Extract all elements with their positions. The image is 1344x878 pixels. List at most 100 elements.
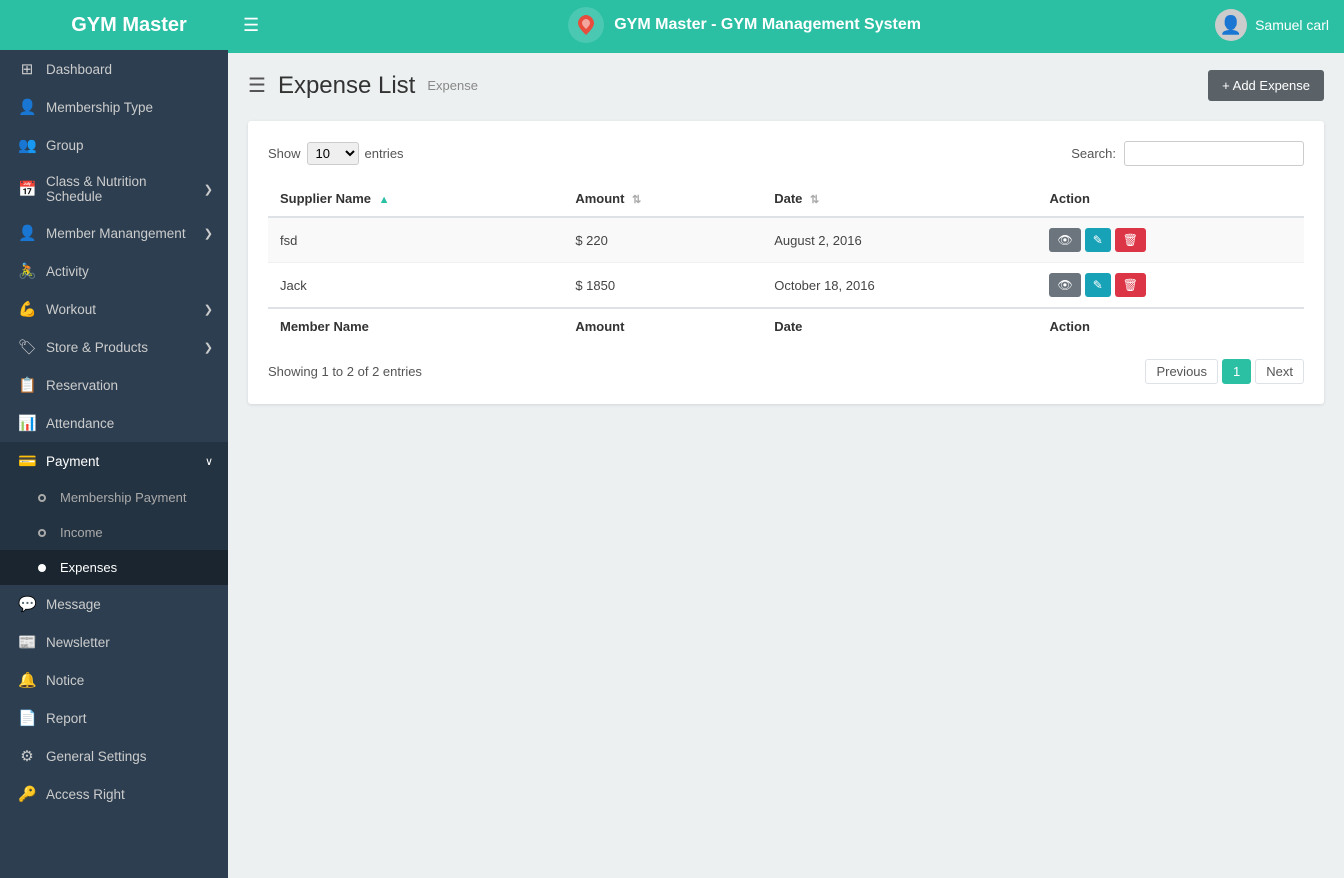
sidebar-item-message[interactable]: 💬 Message — [0, 585, 228, 623]
group-icon: 👥 — [18, 136, 36, 154]
table-footer: Showing 1 to 2 of 2 entries Previous 1 N… — [268, 359, 1304, 384]
sidebar: ⊞ Dashboard 👤 Membership Type 👥 Group 📅 … — [0, 50, 228, 878]
sidebar-label-membership-payment: Membership Payment — [60, 490, 213, 505]
sidebar-item-report[interactable]: 📄 Report — [0, 699, 228, 737]
search-input[interactable] — [1124, 141, 1304, 166]
payment-submenu: Membership Payment Income Expenses — [0, 480, 228, 585]
supplier-sort-icon: ▲ — [379, 194, 390, 206]
page-title: Expense List — [278, 72, 415, 100]
row1-action: 👁 ✎ 🗑 — [1037, 217, 1304, 263]
activity-icon: 🚴 — [18, 262, 36, 280]
footer-col-date: Date — [762, 308, 1037, 344]
add-expense-button[interactable]: + Add Expense — [1208, 70, 1324, 101]
sidebar-item-membership-payment[interactable]: Membership Payment — [0, 480, 228, 515]
sidebar-label-reservation: Reservation — [46, 378, 213, 393]
sidebar-label-notice: Notice — [46, 673, 213, 688]
show-label: Show — [268, 146, 301, 161]
sidebar-label-store-products: Store & Products — [46, 340, 194, 355]
layout: ⊞ Dashboard 👤 Membership Type 👥 Group 📅 … — [0, 50, 1344, 878]
sidebar-label-payment: Payment — [46, 454, 195, 469]
col-supplier-name-label: Supplier Name — [280, 191, 371, 206]
dashboard-icon: ⊞ — [18, 60, 36, 78]
current-page-button[interactable]: 1 — [1222, 359, 1251, 384]
footer-col-amount: Amount — [563, 308, 762, 344]
sidebar-label-membership-type: Membership Type — [46, 100, 213, 115]
row2-action: 👁 ✎ 🗑 — [1037, 263, 1304, 309]
username-label: Samuel carl — [1255, 17, 1329, 33]
row2-date: October 18, 2016 — [762, 263, 1037, 309]
row1-supplier: fsd — [268, 217, 563, 263]
row2-supplier: Jack — [268, 263, 563, 309]
row2-delete-button[interactable]: 🗑 — [1115, 273, 1146, 297]
sidebar-label-class-nutrition: Class & Nutrition Schedule — [46, 174, 194, 204]
access-right-icon: 🔑 — [18, 785, 36, 803]
sidebar-item-income[interactable]: Income — [0, 515, 228, 550]
table-row: Jack $ 1850 October 18, 2016 👁 ✎ 🗑 — [268, 263, 1304, 309]
sidebar-item-class-nutrition[interactable]: 📅 Class & Nutrition Schedule ❯ — [0, 164, 228, 214]
membership-type-icon: 👤 — [18, 98, 36, 116]
sidebar-item-membership-type[interactable]: 👤 Membership Type — [0, 88, 228, 126]
brand-logo: GYM Master — [15, 14, 243, 37]
next-page-button[interactable]: Next — [1255, 359, 1304, 384]
sidebar-item-expenses[interactable]: Expenses — [0, 550, 228, 585]
report-icon: 📄 — [18, 709, 36, 727]
date-sort-icon: ⇅ — [810, 194, 819, 206]
sidebar-item-attendance[interactable]: 📊 Attendance — [0, 404, 228, 442]
row2-edit-button[interactable]: ✎ — [1085, 273, 1111, 297]
sidebar-label-general-settings: General Settings — [46, 749, 213, 764]
row1-view-button[interactable]: 👁 — [1049, 228, 1080, 252]
sidebar-item-group[interactable]: 👥 Group — [0, 126, 228, 164]
sidebar-item-store-products[interactable]: 🏷 Store & Products ❯ — [0, 328, 228, 366]
sidebar-item-newsletter[interactable]: 📰 Newsletter — [0, 623, 228, 661]
sidebar-item-payment[interactable]: 💳 Payment ∨ — [0, 442, 228, 480]
show-entries-select[interactable]: 10 25 50 100 — [307, 142, 359, 165]
income-dot — [38, 529, 46, 537]
page-title-area: ☰ Expense List Expense — [248, 72, 478, 100]
sidebar-item-notice[interactable]: 🔔 Notice — [0, 661, 228, 699]
workout-arrow: ❯ — [204, 303, 213, 316]
user-avatar: 👤 — [1215, 9, 1247, 41]
sidebar-item-activity[interactable]: 🚴 Activity — [0, 252, 228, 290]
attendance-icon: 📊 — [18, 414, 36, 432]
sidebar-item-reservation[interactable]: 📋 Reservation — [0, 366, 228, 404]
sidebar-toggle-icon[interactable]: ☰ — [243, 15, 259, 36]
sidebar-item-general-settings[interactable]: ⚙ General Settings — [0, 737, 228, 775]
col-amount[interactable]: Amount ⇅ — [563, 181, 762, 217]
payment-arrow: ∨ — [205, 455, 213, 468]
notice-icon: 🔔 — [18, 671, 36, 689]
sidebar-item-workout[interactable]: 💪 Workout ❯ — [0, 290, 228, 328]
class-nutrition-icon: 📅 — [18, 180, 36, 198]
row1-amount: $ 220 — [563, 217, 762, 263]
sidebar-item-dashboard[interactable]: ⊞ Dashboard — [0, 50, 228, 88]
col-supplier-name[interactable]: Supplier Name ▲ — [268, 181, 563, 217]
row1-delete-button[interactable]: 🗑 — [1115, 228, 1146, 252]
col-action: Action — [1037, 181, 1304, 217]
row1-action-btns: 👁 ✎ 🗑 — [1049, 228, 1292, 252]
expense-card: Show 10 25 50 100 entries Search: — [248, 121, 1324, 404]
table-controls: Show 10 25 50 100 entries Search: — [268, 141, 1304, 166]
page-header: ☰ Expense List Expense + Add Expense — [248, 70, 1324, 101]
gym-logo-icon — [568, 7, 604, 43]
footer-col-member: Member Name — [268, 308, 563, 344]
show-entries-area: Show 10 25 50 100 entries — [268, 142, 404, 165]
entries-label: entries — [365, 146, 404, 161]
row2-view-button[interactable]: 👁 — [1049, 273, 1080, 297]
sidebar-item-access-right[interactable]: 🔑 Access Right — [0, 775, 228, 813]
col-date[interactable]: Date ⇅ — [762, 181, 1037, 217]
user-menu[interactable]: 👤 Samuel carl — [1215, 9, 1329, 41]
row1-edit-button[interactable]: ✎ — [1085, 228, 1111, 252]
sidebar-label-income: Income — [60, 525, 213, 540]
accent-line — [228, 50, 1344, 53]
hamburger-icon: ☰ — [248, 73, 266, 98]
sidebar-label-message: Message — [46, 597, 213, 612]
workout-icon: 💪 — [18, 300, 36, 318]
store-products-icon: 🏷 — [18, 338, 36, 356]
sidebar-label-newsletter: Newsletter — [46, 635, 213, 650]
col-amount-label: Amount — [575, 191, 624, 206]
sidebar-label-access-right: Access Right — [46, 787, 213, 802]
sidebar-label-member-management: Member Manangement — [46, 226, 194, 241]
sidebar-item-member-management[interactable]: 👤 Member Manangement ❯ — [0, 214, 228, 252]
message-icon: 💬 — [18, 595, 36, 613]
amount-sort-icon: ⇅ — [632, 194, 641, 206]
previous-page-button[interactable]: Previous — [1145, 359, 1218, 384]
